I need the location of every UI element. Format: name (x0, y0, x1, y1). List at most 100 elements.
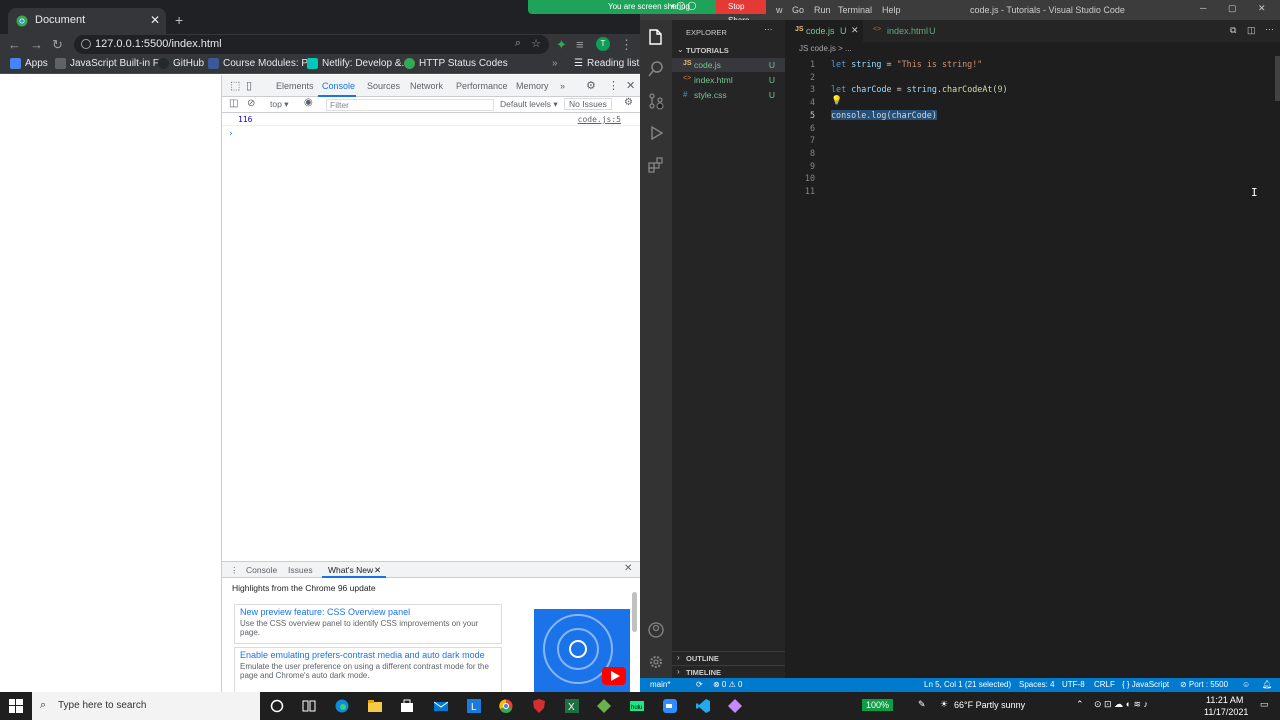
share-controls-icons[interactable]: ◂ ◯ ◯ (670, 1, 696, 10)
editor-scrollbar[interactable] (1275, 56, 1280, 101)
editor-tab-index-html[interactable]: <> index.html U (863, 20, 943, 42)
cortana-icon[interactable] (270, 699, 284, 713)
sidebar-toggle-icon[interactable]: ◫ (229, 98, 238, 109)
clock-time[interactable]: 11:21 AM (1206, 695, 1243, 705)
stop-share-button[interactable]: Stop Share (716, 0, 766, 25)
search-icon[interactable] (647, 60, 665, 78)
back-icon[interactable]: ← (8, 37, 21, 52)
menu-run[interactable]: Run (814, 5, 831, 15)
chrome-taskbar-icon[interactable] (499, 699, 513, 713)
settings-gear-icon[interactable]: ⚙ (586, 79, 596, 92)
file-index-html[interactable]: <> index.html U (672, 73, 785, 87)
clock-date[interactable]: 11/17/2021 (1204, 707, 1248, 717)
branch-status[interactable]: main* (650, 680, 670, 689)
action-center-icon[interactable]: ▭ (1260, 699, 1269, 710)
problems-status[interactable]: ⊗ 0 ⚠ 0 (713, 680, 742, 689)
webex-icon[interactable] (728, 699, 742, 713)
new-tab-icon[interactable]: + (175, 12, 183, 28)
hulu-icon[interactable]: hulu (630, 699, 644, 713)
store-icon[interactable] (400, 699, 414, 713)
tab-memory[interactable]: Memory (516, 81, 549, 91)
more-bookmarks-icon[interactable]: » (552, 58, 558, 69)
zoom-search-icon[interactable]: ⌕ (515, 37, 521, 50)
bookmark-js-builtins[interactable]: JavaScript Built-in F... (55, 58, 166, 69)
breadcrumb[interactable]: JS code.js > ... (785, 42, 1280, 56)
issues-button[interactable]: No Issues (564, 98, 612, 110)
tab-sources[interactable]: Sources (367, 81, 400, 91)
close-tab-icon[interactable]: ✕ (851, 25, 859, 36)
line-endings[interactable]: CRLF (1094, 680, 1115, 689)
maximize-icon[interactable]: ▢ (1228, 3, 1237, 14)
zoom-indicator[interactable]: 100% (862, 699, 894, 711)
edge-icon[interactable] (335, 699, 349, 713)
extensions-icon[interactable]: ✦ (556, 37, 567, 53)
timeline-section[interactable]: › TIMELINE (672, 665, 785, 678)
console-settings-icon[interactable]: ⚙ (624, 97, 633, 108)
whats-new-video-thumbnail[interactable] (534, 609, 630, 693)
close-devtools-icon[interactable]: ✕ (626, 79, 635, 92)
pen-icon[interactable]: ✎ (918, 699, 926, 710)
file-code-js[interactable]: JS code.js U (672, 58, 785, 72)
close-window-icon[interactable]: ✕ (1258, 3, 1266, 14)
drawer-scrollbar[interactable] (632, 592, 637, 632)
site-info-icon[interactable] (81, 39, 91, 49)
language-mode[interactable]: { } JavaScript (1122, 680, 1169, 689)
explorer-files-icon[interactable] (647, 28, 665, 46)
reading-list-button[interactable]: ☰ Reading list (574, 58, 639, 69)
tray-app-icons[interactable]: ⊙ ⊡ ☁ ◐ ≋ ♪ (1094, 699, 1148, 710)
mail-icon[interactable] (434, 699, 448, 713)
close-whats-new-icon[interactable]: ✕ (374, 565, 381, 576)
bookmark-netlify[interactable]: Netlify: Develop &... (307, 58, 410, 69)
notifications-bell-icon[interactable]: 🔔︎ (1262, 680, 1272, 689)
vscode-taskbar-icon[interactable] (696, 699, 710, 713)
code-editor[interactable]: 1 2 3 4 5 6 7 8 9 10 11 let string = "This is stri… (785, 56, 1280, 678)
show-hidden-icons-icon[interactable]: ⌃ (1076, 699, 1084, 710)
bookmark-github[interactable]: GitHub (158, 58, 204, 69)
outline-section[interactable]: › OUTLINE (672, 651, 785, 664)
console-prompt-icon[interactable]: › (228, 129, 233, 139)
kite-icon[interactable] (597, 699, 611, 713)
feature-card-prefers-contrast[interactable]: Enable emulating prefers-contrast media … (234, 647, 502, 693)
folder-tutorials[interactable]: ⌄ TUTORIALS (672, 44, 785, 58)
tab-network[interactable]: Network (410, 81, 443, 91)
bookmark-http-status[interactable]: HTTP Status Codes (404, 58, 508, 69)
tab-performance[interactable]: Performance (456, 81, 508, 91)
menu-view-partial[interactable]: w (776, 5, 783, 15)
drawer-tab-whats-new[interactable]: What's New (328, 565, 373, 575)
split-compare-icon[interactable]: ⧉ (1230, 25, 1236, 36)
editor-tab-code-js[interactable]: JS code.js U ✕ (785, 20, 863, 42)
sync-icon[interactable]: ⟳ (696, 680, 703, 689)
manage-gear-icon[interactable] (647, 653, 665, 671)
address-bar[interactable]: 127.0.0.1:5500/index.html ⌕ ☆ (74, 35, 549, 54)
excel-icon[interactable]: X (565, 699, 579, 713)
device-toolbar-icon[interactable]: ▯ (246, 79, 252, 92)
lync-icon[interactable]: L (467, 699, 481, 713)
accounts-icon[interactable] (647, 621, 665, 639)
clear-console-icon[interactable]: ⊘ (247, 98, 255, 109)
explorer-more-icon[interactable]: ⋯ (764, 24, 773, 35)
drawer-tab-issues[interactable]: Issues (288, 565, 313, 575)
context-selector[interactable]: top ▾ (270, 99, 288, 110)
encoding[interactable]: UTF-8 (1062, 680, 1085, 689)
cursor-position[interactable]: Ln 5, Col 1 (21 selected) (924, 680, 1011, 689)
bookmark-course-modules[interactable]: Course Modules: P... (208, 58, 315, 69)
file-style-css[interactable]: # style.css U (672, 88, 785, 102)
task-view-icon[interactable] (302, 699, 316, 713)
bookmark-star-icon[interactable]: ☆ (531, 37, 541, 50)
editor-more-icon[interactable]: ⋯ (1265, 24, 1274, 35)
split-editor-icon[interactable]: ◫ (1247, 25, 1256, 36)
weather-text[interactable]: 66°F Partly sunny (954, 700, 1025, 710)
minimize-icon[interactable]: ─ (1200, 3, 1206, 13)
log-levels-dropdown[interactable]: Default levels ▾ (500, 99, 558, 110)
bookmark-apps[interactable]: Apps (10, 58, 48, 69)
file-explorer-icon[interactable] (368, 699, 382, 713)
tab-elements[interactable]: Elements (276, 81, 314, 91)
more-tabs-icon[interactable]: » (560, 81, 565, 91)
windows-start-icon[interactable] (9, 699, 23, 713)
source-link[interactable]: code.js:5 (578, 115, 621, 124)
indentation[interactable]: Spaces: 4 (1019, 680, 1055, 689)
source-control-icon[interactable] (647, 92, 665, 110)
avatar[interactable]: T (596, 37, 610, 51)
taskbar-search-input[interactable]: ⌕ Type here to search (32, 692, 260, 720)
live-server-port[interactable]: ⊘ Port : 5500 (1180, 680, 1228, 689)
